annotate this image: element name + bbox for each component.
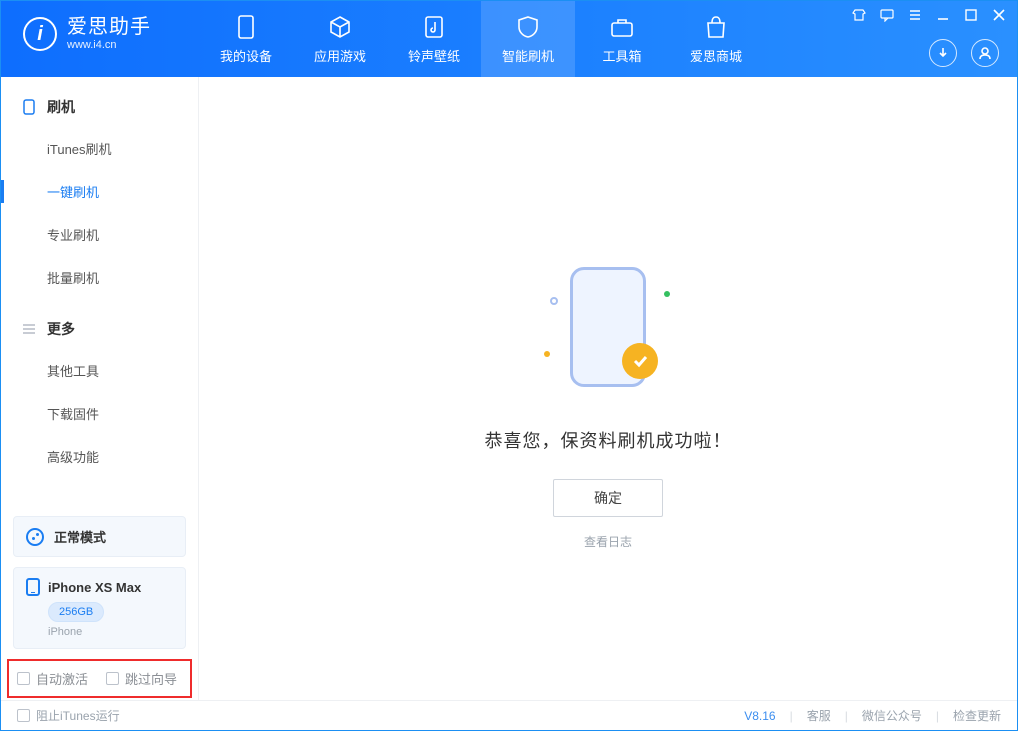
main-content: 恭喜您，保资料刷机成功啦！ 确定 查看日志 [199,77,1017,700]
top-tabs: 我的设备 应用游戏 铃声壁纸 智能刷机 工具箱 爱思商城 [199,1,763,77]
sidebar-section-flash: 刷机 [1,97,198,127]
checkbox-skip-setup[interactable]: 跳过向导 [106,669,177,688]
phone-icon [21,99,37,115]
checkbox-icon [17,709,30,722]
checkbox-block-itunes[interactable]: 阻止iTunes运行 [17,707,120,724]
spark-icon [550,297,558,305]
menu-icon[interactable] [905,5,925,25]
check-update-link[interactable]: 检查更新 [953,707,1001,724]
brand: i 爱思助手 www.i4.cn [1,1,199,52]
cube-icon [327,14,353,40]
ok-button[interactable]: 确定 [553,479,663,517]
sidebar-item-onekey-flash[interactable]: 一键刷机 [1,170,198,213]
section-title: 刷机 [47,97,75,117]
bag-icon [703,14,729,40]
device-phone-icon [26,578,40,596]
success-message: 恭喜您，保资料刷机成功啦！ [485,427,732,453]
download-button[interactable] [929,39,957,67]
close-icon[interactable] [989,5,1009,25]
success-illustration [538,257,678,397]
minimize-icon[interactable] [933,5,953,25]
view-log-link[interactable]: 查看日志 [584,533,632,550]
checkbox-label: 跳过向导 [125,669,177,688]
sidebar-item-pro-flash[interactable]: 专业刷机 [1,213,198,256]
title-bar: i 爱思助手 www.i4.cn 我的设备 应用游戏 铃声壁纸 智能刷机 工具箱 [1,1,1017,77]
device-storage-badge: 256GB [48,602,104,622]
highlight-options: 自动激活 跳过向导 [7,659,192,698]
header-actions [929,39,999,67]
tab-ring-wallpaper[interactable]: 铃声壁纸 [387,1,481,77]
shield-icon [515,14,541,40]
tab-label: 应用游戏 [314,46,366,65]
music-file-icon [421,14,447,40]
device-mode-card[interactable]: 正常模式 [13,516,186,557]
skin-icon[interactable] [849,5,869,25]
tab-label: 智能刷机 [502,46,554,65]
tab-label: 我的设备 [220,46,272,65]
section-title: 更多 [47,319,75,339]
support-link[interactable]: 客服 [807,707,831,724]
wechat-link[interactable]: 微信公众号 [862,707,922,724]
device-icon [233,14,259,40]
brand-title: 爱思助手 [67,15,151,39]
checkbox-icon [17,672,30,685]
checkbox-label: 阻止iTunes运行 [36,707,120,724]
device-card[interactable]: iPhone XS Max 256GB iPhone [13,567,186,649]
maximize-icon[interactable] [961,5,981,25]
sidebar-item-itunes-flash[interactable]: iTunes刷机 [1,127,198,170]
checkbox-label: 自动激活 [36,669,88,688]
sidebar: 刷机 iTunes刷机 一键刷机 专业刷机 批量刷机 更多 其他工具 下载固件 … [1,77,199,700]
window-controls [849,5,1009,25]
toolbox-icon [609,14,635,40]
tab-label: 爱思商城 [690,46,742,65]
mode-icon [26,528,44,546]
sidebar-item-other-tools[interactable]: 其他工具 [1,349,198,392]
mode-label: 正常模式 [54,527,106,546]
spark-icon [544,351,550,357]
device-name: iPhone XS Max [48,580,141,595]
checkbox-icon [106,672,119,685]
feedback-icon[interactable] [877,5,897,25]
sidebar-item-download-firmware[interactable]: 下载固件 [1,392,198,435]
tab-my-device[interactable]: 我的设备 [199,1,293,77]
version-label: V8.16 [744,709,775,723]
tab-toolbox[interactable]: 工具箱 [575,1,669,77]
sidebar-section-more: 更多 [1,319,198,349]
profile-button[interactable] [971,39,999,67]
check-badge-icon [622,343,658,379]
sidebar-item-advanced[interactable]: 高级功能 [1,435,198,478]
spark-icon [664,291,670,297]
list-icon [21,321,37,337]
checkbox-auto-activate[interactable]: 自动激活 [17,669,88,688]
device-type: iPhone [48,626,173,638]
brand-logo-icon: i [23,17,57,51]
tab-smart-flash[interactable]: 智能刷机 [481,1,575,77]
sidebar-item-batch-flash[interactable]: 批量刷机 [1,256,198,299]
status-bar: 阻止iTunes运行 V8.16 | 客服 | 微信公众号 | 检查更新 [1,700,1017,730]
tab-label: 工具箱 [602,46,641,65]
tab-label: 铃声壁纸 [408,46,460,65]
brand-subtitle: www.i4.cn [67,39,151,52]
tab-apps-games[interactable]: 应用游戏 [293,1,387,77]
tab-store[interactable]: 爱思商城 [669,1,763,77]
